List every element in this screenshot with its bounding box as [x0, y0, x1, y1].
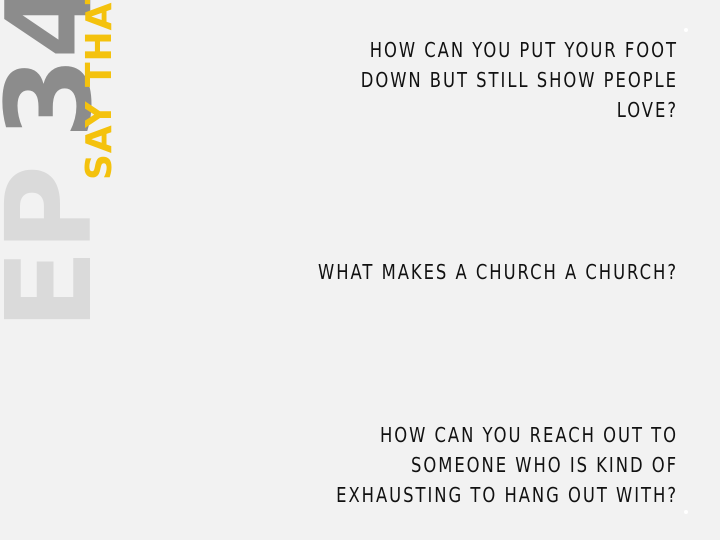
question-2: WHAT MAKES A CHURCH A CHURCH?: [318, 260, 678, 284]
show-name: SAY THAT!: [79, 0, 120, 180]
episode-branding: EP 341 SAY THAT!: [0, 0, 120, 330]
question-3: HOW CAN YOU REACH OUT TO SOMEONE WHO IS …: [336, 423, 678, 507]
corner-dot-top: [684, 28, 688, 32]
corner-dot-bottom: [684, 510, 688, 514]
slide: EP 341 SAY THAT! HOW CAN YOU PUT YOUR FO…: [0, 0, 720, 540]
episode-prefix: EP: [0, 166, 118, 330]
question-1: HOW CAN YOU PUT YOUR FOOT DOWN BUT STILL…: [360, 38, 678, 122]
